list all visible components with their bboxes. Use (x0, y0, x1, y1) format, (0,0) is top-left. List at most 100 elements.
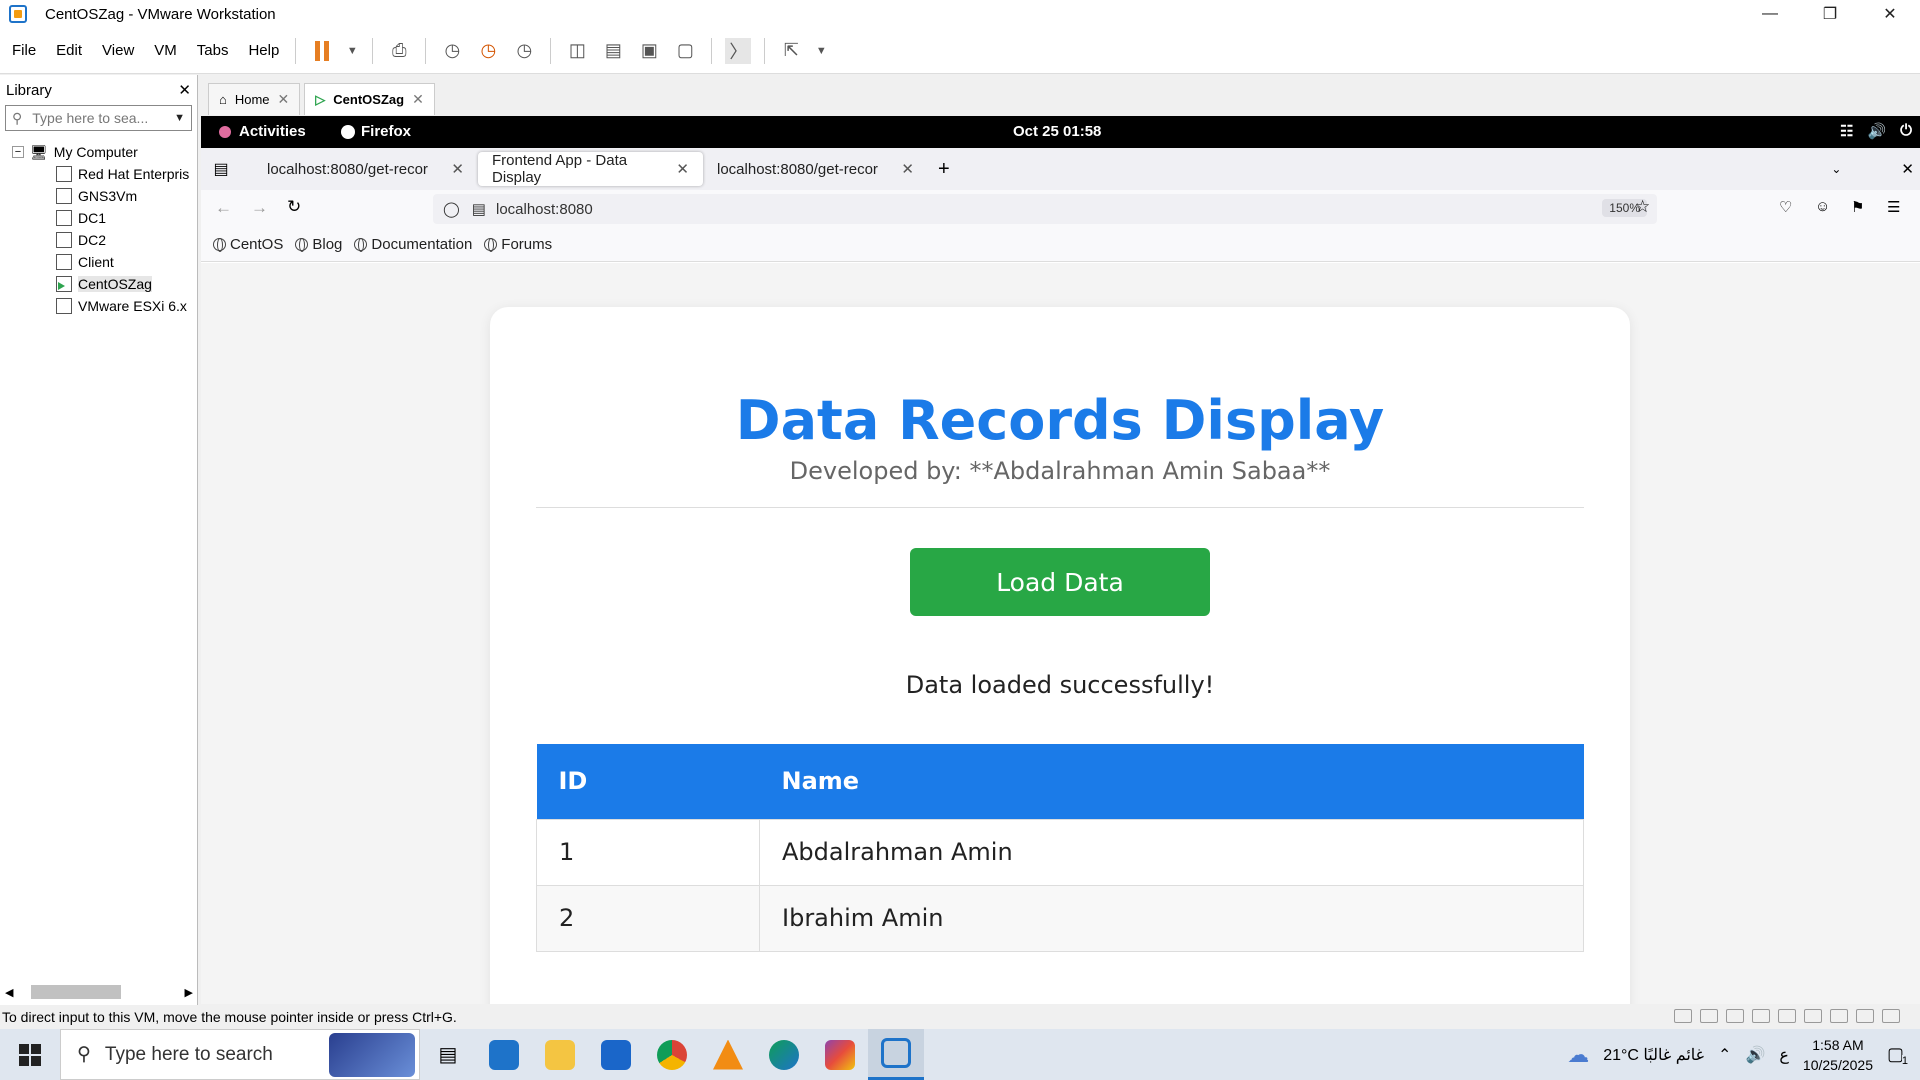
taskbar-search-input[interactable]: ⚲ Type here to search (60, 1029, 420, 1080)
network-icon[interactable]: ☷ (1840, 122, 1853, 140)
tree-item-vm[interactable]: DC1 (0, 207, 197, 229)
tree-item-vm-selected[interactable]: CentOSZag (0, 273, 197, 295)
close-icon[interactable]: ✕ (1860, 0, 1920, 28)
tab-home[interactable]: ⌂ Home ✕ (208, 83, 301, 115)
stretch-dropdown-icon[interactable]: ▼ (814, 38, 828, 64)
back-icon[interactable]: ← (215, 198, 232, 218)
chevron-down-icon[interactable]: ▼ (174, 112, 185, 124)
menu-edit[interactable]: Edit (48, 42, 90, 59)
vm-icon (53, 210, 72, 226)
file-explorer-icon[interactable] (532, 1029, 588, 1080)
printer-icon[interactable] (1856, 1009, 1874, 1023)
console-view-icon[interactable]: 〉 (725, 37, 752, 64)
display-icon[interactable] (1882, 1009, 1900, 1023)
pocket-icon[interactable]: ♡ (1779, 198, 1792, 216)
minimize-icon[interactable]: — (1740, 0, 1800, 28)
menu-help[interactable]: Help (240, 42, 287, 59)
browser-tab-active[interactable]: Frontend App - Data Display ✕ (478, 152, 703, 186)
library-close-icon[interactable]: ✕ (178, 81, 191, 99)
thumbnail-bar-icon[interactable]: ▤ (600, 38, 626, 64)
url-text: localhost:8080 (495, 200, 593, 218)
notification-icon[interactable]: ▢ 1 (1887, 1044, 1908, 1067)
edge-icon[interactable] (756, 1029, 812, 1080)
taskbar-clock[interactable]: 1:58 AM 10/25/2025 (1803, 1035, 1873, 1075)
tab-close-icon[interactable]: ✕ (412, 91, 424, 108)
snapshot-icon[interactable]: ◷ (439, 38, 465, 64)
firefox-nav-bar: ← → ↻ ◯ ▤ localhost:8080 150% ☆ ♡ ☺ ⚑ ☰ (201, 190, 1920, 228)
cd-dvd-icon[interactable] (1778, 1009, 1796, 1023)
tab-centoszag[interactable]: ▷ CentOSZag ✕ (304, 83, 435, 115)
dropdown-arrow-icon[interactable]: ▼ (345, 38, 359, 64)
weather-text[interactable]: 21°C غائم غالبًا (1603, 1045, 1704, 1065)
list-all-tabs-icon[interactable]: ⌄ (1831, 162, 1841, 176)
extensions-icon[interactable]: ⚑ (1851, 198, 1864, 216)
load-data-button[interactable]: Load Data (910, 548, 1210, 616)
library-view-icon[interactable]: ◫ (564, 38, 590, 64)
unity-icon[interactable]: ▢ (672, 38, 698, 64)
network-adapter-icon[interactable] (1804, 1009, 1822, 1023)
vlc-icon[interactable] (700, 1029, 756, 1080)
microsoft-365-icon[interactable] (812, 1029, 868, 1080)
library-horizontal-scrollbar[interactable]: ◀ ▶ (5, 983, 193, 1001)
close-window-icon[interactable]: ✕ (1901, 160, 1914, 178)
library-search-input[interactable]: ⚲ Type here to sea... ▼ (5, 105, 192, 131)
bookmark-centos[interactable]: CentOS (213, 236, 283, 253)
browser-tab[interactable]: localhost:8080/get-recor ✕ (703, 152, 928, 186)
reload-icon[interactable]: ↻ (287, 197, 301, 217)
browser-tab[interactable]: localhost:8080/get-recor ✕ (253, 152, 478, 186)
tree-item-vm[interactable]: Client (0, 251, 197, 273)
volume-icon[interactable]: 🔊 (1745, 1045, 1765, 1065)
language-indicator[interactable]: ع (1779, 1045, 1789, 1065)
new-tab-icon[interactable]: + (938, 158, 950, 181)
sound-card-icon[interactable] (1830, 1009, 1848, 1023)
app-menu-firefox[interactable]: Firefox (341, 123, 411, 140)
tree-item-vm[interactable]: GNS3Vm (0, 185, 197, 207)
tree-item-vm[interactable]: Red Hat Enterpris (0, 163, 197, 185)
full-screen-icon[interactable]: ▣ (636, 38, 662, 64)
url-bar[interactable]: ◯ ▤ localhost:8080 150% (433, 194, 1657, 224)
hard-disk-icon[interactable] (1726, 1009, 1744, 1023)
gnome-clock[interactable]: Oct 25 01:58 (1013, 123, 1101, 140)
tree-item-vm[interactable]: DC2 (0, 229, 197, 251)
task-view-icon[interactable]: ▤ (420, 1029, 476, 1080)
vm-console[interactable]: Activities Firefox Oct 25 01:58 ☷ 🔊 ⏻ ▤ … (201, 116, 1920, 1004)
menu-icon[interactable]: ☰ (1887, 198, 1900, 216)
forward-icon[interactable]: → (251, 198, 268, 218)
menu-view[interactable]: View (94, 42, 142, 59)
send-ctrl-alt-del-icon[interactable]: ⎙ (386, 38, 412, 64)
weather-icon[interactable]: ☁ (1567, 1042, 1589, 1068)
hard-disk-icon[interactable] (1752, 1009, 1770, 1023)
tree-root-my-computer[interactable]: − 🖥 My Computer (0, 141, 197, 163)
tab-close-icon[interactable]: ✕ (676, 160, 689, 178)
bookmark-forums[interactable]: Forums (484, 236, 552, 253)
snapshot-manager-icon[interactable]: ◷ (511, 38, 537, 64)
volume-icon[interactable]: 🔊 (1867, 122, 1886, 140)
chrome-icon[interactable] (644, 1029, 700, 1080)
outlook-icon[interactable] (588, 1029, 644, 1080)
tab-close-icon[interactable]: ✕ (451, 160, 464, 178)
menu-tabs[interactable]: Tabs (189, 42, 237, 59)
account-icon[interactable]: ☺ (1815, 198, 1830, 215)
menu-vm[interactable]: VM (146, 42, 185, 59)
hard-disk-icon[interactable] (1700, 1009, 1718, 1023)
tab-overview-icon[interactable]: ▤ (201, 159, 241, 179)
menu-file[interactable]: File (4, 42, 44, 59)
tab-close-icon[interactable]: ✕ (901, 160, 914, 178)
start-button[interactable] (0, 1029, 60, 1080)
vmware-taskbar-icon[interactable] (868, 1029, 924, 1080)
tab-close-icon[interactable]: ✕ (278, 91, 290, 108)
bookmark-star-icon[interactable]: ☆ (1635, 197, 1650, 217)
microsoft-store-icon[interactable] (476, 1029, 532, 1080)
bookmark-blog[interactable]: Blog (295, 236, 342, 253)
restore-icon[interactable]: ❐ (1800, 0, 1860, 28)
pause-icon[interactable] (309, 38, 335, 64)
power-icon[interactable]: ⏻ (1900, 122, 1912, 140)
revert-snapshot-icon[interactable]: ◷ (475, 38, 501, 64)
tree-item-vm[interactable]: VMware ESXi 6.x (0, 295, 197, 317)
bookmark-documentation[interactable]: Documentation (354, 236, 472, 253)
activities-button[interactable]: Activities (219, 123, 306, 140)
chevron-up-icon[interactable]: ⌃ (1718, 1045, 1731, 1065)
windows-taskbar: ⚲ Type here to search ▤ ☁ 21°C غائم غالب… (0, 1029, 1920, 1080)
stretch-guest-icon[interactable]: ⇱ (778, 38, 804, 64)
hard-disk-icon[interactable] (1674, 1009, 1692, 1023)
